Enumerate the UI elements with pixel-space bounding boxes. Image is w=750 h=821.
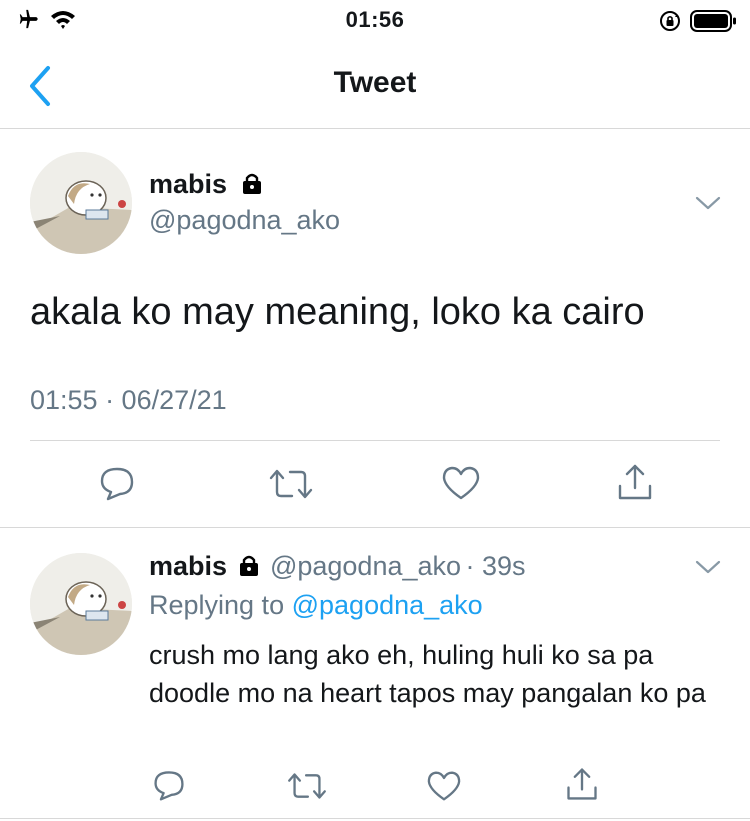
like-icon [427, 771, 461, 801]
reply-icon [100, 467, 134, 501]
reply-text: crush mo lang ako eh, huling huli ko sa … [149, 640, 706, 708]
reply-time-ago: · 39s [465, 551, 526, 581]
avatar-image [30, 152, 132, 254]
section-divider [0, 527, 750, 528]
author-name-text: mabis [149, 169, 228, 199]
reply-icon [154, 771, 184, 801]
author-name[interactable]: mabis [149, 169, 265, 200]
share-icon [567, 768, 597, 800]
share-button[interactable] [615, 462, 655, 507]
avatar[interactable] [30, 152, 132, 254]
battery-icon [690, 9, 738, 38]
rotation-lock-icon [658, 9, 682, 38]
chevron-down-icon [695, 196, 721, 210]
page-title: Tweet [333, 66, 417, 99]
reply-reply-button[interactable] [152, 768, 186, 807]
nav-divider [0, 128, 750, 129]
reply-author-name[interactable]: mabis [149, 551, 227, 581]
tweet-menu-button[interactable] [694, 194, 722, 217]
reply-button[interactable] [98, 464, 136, 507]
reply-share-button[interactable] [564, 766, 600, 807]
bottom-divider [0, 818, 750, 819]
retweet-button[interactable] [268, 466, 314, 507]
replying-to: Replying to @pagodna_ako [149, 590, 483, 621]
retweet-icon [288, 773, 326, 799]
tweet-divider [30, 440, 720, 441]
reply-author-handle[interactable]: @pagodna_ako [270, 551, 461, 581]
retweet-icon [269, 469, 313, 499]
like-button[interactable] [441, 465, 481, 506]
tweet-text: akala ko may meaning, loko ka cairo [30, 291, 645, 333]
avatar-image [30, 553, 132, 655]
reply-menu-button[interactable] [694, 558, 722, 581]
like-icon [442, 466, 480, 500]
replying-to-link[interactable]: @pagodna_ako [292, 590, 483, 620]
reply-retweet-button[interactable] [286, 770, 328, 807]
reply-header: mabis @pagodna_ako · 39s [149, 551, 526, 582]
lock-icon [239, 555, 258, 576]
tweet-timestamp[interactable]: 01:55 · 06/27/21 [30, 385, 227, 416]
replying-prefix: Replying to [149, 590, 285, 620]
reply-avatar[interactable] [30, 553, 132, 655]
author-handle[interactable]: @pagodna_ako [149, 205, 340, 236]
status-time: 01:56 [345, 7, 405, 32]
lock-icon [242, 173, 261, 194]
share-icon [618, 464, 652, 500]
reply-like-button[interactable] [426, 770, 462, 807]
chevron-down-icon [695, 560, 721, 574]
